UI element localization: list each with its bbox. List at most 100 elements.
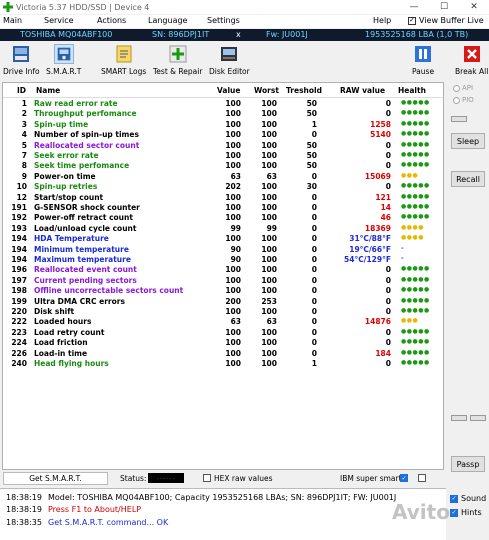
table-row[interactable]: 193 Load/unload cycle count 99 99 0 18369 ●●●● [3,224,443,234]
api-radio[interactable]: API [453,84,473,92]
cell-threshold: 0 [311,244,317,254]
cell-worst: 100 [261,265,277,275]
pio-radio-dot[interactable] [453,96,460,104]
table-row[interactable]: 4 Number of spin-up times 100 100 0 5140 ●●●●● [3,130,443,140]
cell-worst: 100 [261,307,277,316]
cell-id: 4 [21,130,27,140]
cell-worst: 100 [261,234,277,244]
cell-threshold: 0 [311,171,317,181]
cell-value: 100 [225,348,241,358]
table-row[interactable]: 240 Head flying hours 100 100 1 0 ●●●●● [3,359,443,369]
table-row[interactable]: 194 HDA Temperature 100 100 0 31°C/88°F ●●●● [3,234,443,244]
menu-language[interactable]: Language [148,16,187,25]
cell-threshold: 0 [311,317,317,327]
table-row[interactable]: 197 Current pending sectors 100 100 0 0 ●●●●● [3,276,443,286]
table-row[interactable]: 194 Minimum temperature 90 100 0 19°C/66°F - [3,245,443,255]
cell-raw: 5140 [370,130,391,140]
cell-threshold: 0 [311,234,317,244]
table-row[interactable]: 2 Throughput perfomance 100 100 50 0 ●●●●● [3,109,443,119]
table-row[interactable]: 3 Spin-up time 100 100 1 1258 ●●●●● [3,120,443,130]
menu-actions[interactable]: Actions [97,16,126,25]
hints-option[interactable]: ✓ Hints [450,508,482,517]
cell-raw: 0 [385,99,391,108]
menu-help[interactable]: Help [373,16,391,25]
minimize-button[interactable]: — [399,0,429,14]
table-row[interactable]: 9 Power-on time 63 63 0 15069 ●●● [3,172,443,182]
side-indicator-b[interactable] [470,415,486,421]
table-row[interactable]: 222 Loaded hours 63 63 0 14876 ●●● [3,317,443,327]
table-row[interactable]: 191 G-SENSOR shock counter 100 100 0 14 ●●●●● [3,203,443,213]
close-button[interactable]: ✕ [459,0,489,14]
cell-health: ●●●●● [401,348,430,356]
cell-id: 5 [21,140,27,150]
extra-checkbox[interactable] [418,474,426,482]
disk-editor-label: Disk Editor [209,67,250,76]
pio-radio[interactable]: PIO [453,96,474,104]
table-row[interactable]: 194 Maximum temperature 90 100 0 54°C/129°F - [3,255,443,265]
cell-value: 90 [230,244,241,254]
cell-name: Spin-up time [34,119,89,129]
table-row[interactable]: 8 Seek time perfomance 100 100 50 0 ●●●●● [3,161,443,171]
api-label: API [462,84,474,92]
side-indicator-a[interactable] [451,415,467,421]
cell-id: 191 [11,203,27,212]
cell-worst: 100 [261,327,277,337]
table-row[interactable]: 196 Reallocated event count 100 100 0 0 ●●●●● [3,265,443,275]
break-all-button[interactable]: Break All [455,44,488,76]
cell-value: 99 [230,223,241,233]
pause-button[interactable]: Pause [412,44,434,76]
disk-editor-button[interactable]: Disk Editor [209,44,250,76]
cell-name: Number of spin-up times [34,130,139,140]
hints-checkbox[interactable]: ✓ [450,508,458,517]
table-row[interactable]: 198 Offline uncorrectable sectors count 10… [3,286,443,296]
table-row[interactable]: 226 Load-in time 100 100 0 184 ●●●●● [3,349,443,359]
api-radio-dot[interactable] [453,84,460,92]
view-buffer-live-toggle[interactable]: ✓ View Buffer Live [408,16,484,25]
table-row[interactable]: 10 Spin-up retries 202 100 30 0 ●●●●● [3,182,443,192]
table-row[interactable]: 7 Seek error rate 100 100 50 0 ●●●●● [3,151,443,161]
sleep-button[interactable]: Sleep [451,133,485,149]
drive-info-icon [13,46,30,62]
table-row[interactable]: 5 Reallocated sector count 100 100 50 0 ●●●●● [3,141,443,151]
table-row[interactable]: 192 Power-off retract count 100 100 0 46 ●●●●● [3,213,443,223]
sound-checkbox[interactable]: ✓ [450,494,458,503]
cell-threshold: 0 [311,255,317,264]
table-row[interactable]: 223 Load retry count 100 100 0 0 ●●●●● [3,328,443,338]
cell-worst: 100 [261,203,277,212]
log-time: 18:38:35 [6,518,42,527]
menu-main[interactable]: Main [3,16,22,25]
table-row[interactable]: 220 Disk shift 100 100 0 0 ●●●●● [3,307,443,317]
cell-health: ●●●●● [401,130,430,138]
cell-name: Load-in time [34,348,88,358]
drive-info-button[interactable]: Drive Info [3,44,40,76]
hex-raw-checkbox[interactable] [203,474,211,482]
smart-button[interactable]: S.M.A.R.T [46,44,81,76]
menu-service[interactable]: Service [44,16,74,25]
table-row[interactable]: 224 Load friction 100 100 0 0 ●●●●● [3,338,443,348]
smart-logs-button[interactable]: SMART Logs [101,44,146,76]
ibm-smart-checkbox[interactable]: ✓ [400,474,408,482]
test-repair-button[interactable]: Test & Repair [153,44,202,76]
view-buffer-checkbox[interactable]: ✓ [408,16,416,25]
cell-threshold: 30 [306,182,317,192]
cell-id: 193 [11,223,27,233]
passp-button[interactable]: Passp [451,456,485,472]
cell-value: 202 [225,182,241,192]
maximize-button[interactable]: ☐ [429,0,459,14]
menu-settings[interactable]: Settings [207,16,240,25]
get-smart-button[interactable]: Get S.M.A.R.T. [3,472,108,485]
table-row[interactable]: 1 Raw read error rate 100 100 50 0 ●●●●● [3,99,443,109]
table-row[interactable]: 12 Start/stop count 100 100 0 121 ●●●●● [3,193,443,203]
cell-raw: 0 [385,338,391,348]
header-threshold: Treshold [286,86,322,95]
header-value: Value [217,86,241,95]
drive-close-x[interactable]: x [236,30,241,39]
table-row[interactable]: 199 Ultra DMA CRC errors 200 253 0 0 ●●●●● [3,297,443,307]
sound-option[interactable]: ✓ Sound [450,494,486,503]
cell-worst: 100 [261,286,277,296]
recall-button[interactable]: Recall [451,171,485,187]
cell-raw: 0 [385,151,391,160]
smart-table[interactable]: ID Name Value Worst Treshold RAW value H… [2,82,444,470]
cell-threshold: 0 [311,286,317,296]
cell-health: ●●●●● [401,307,430,314]
